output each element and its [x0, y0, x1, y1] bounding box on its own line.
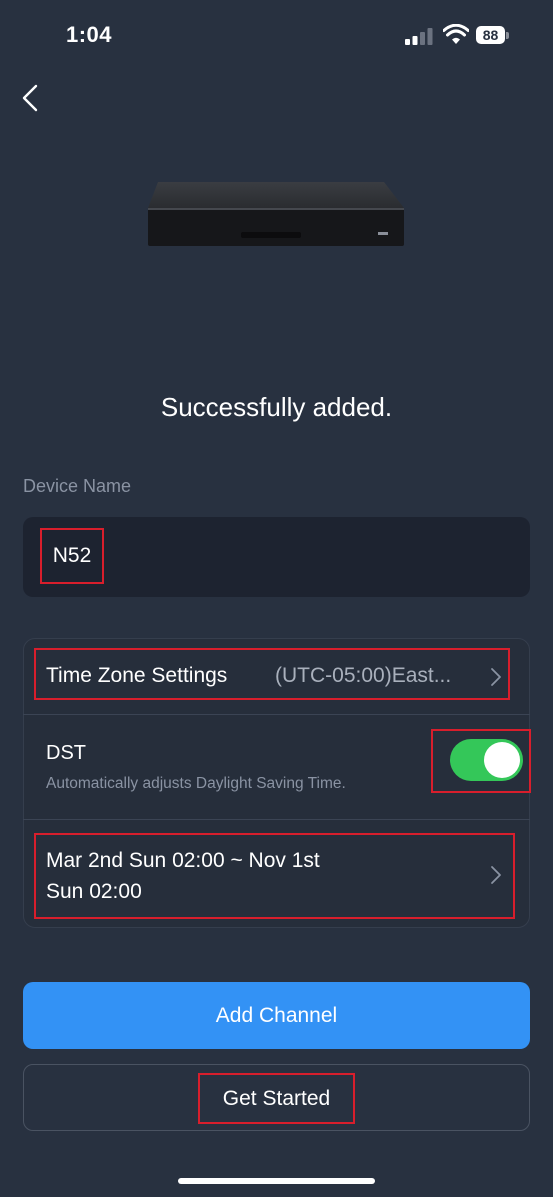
add-channel-button[interactable]: Add Channel — [23, 982, 530, 1049]
dst-range-line2: Sun 02:00 — [46, 880, 142, 903]
signal-icon — [405, 28, 433, 45]
back-button[interactable] — [14, 80, 50, 116]
battery-level: 88 — [482, 27, 499, 43]
dst-description: Automatically adjusts Daylight Saving Ti… — [46, 775, 346, 792]
device-name-value[interactable]: N52 — [40, 528, 104, 584]
status-time: 1:04 — [66, 22, 113, 47]
divider — [23, 714, 530, 715]
dst-range-text: Mar 2nd Sun 02:00 ~ Nov 1st Sun 02:00 — [46, 845, 376, 907]
get-started-label[interactable]: Get Started — [198, 1073, 355, 1124]
chevron-left-icon — [22, 84, 38, 112]
nvr-recorder-image — [148, 182, 404, 246]
divider — [23, 819, 530, 820]
dst-range-line1: Mar 2nd Sun 02:00 ~ Nov 1st — [46, 849, 320, 872]
home-indicator — [178, 1178, 375, 1184]
chevron-right-icon — [491, 668, 501, 686]
dst-label: DST — [46, 742, 86, 764]
dst-toggle[interactable] — [450, 739, 523, 781]
page-title: Successfully added. — [160, 392, 393, 422]
chevron-right-icon — [491, 866, 501, 884]
toggle-knob — [484, 742, 520, 778]
device-name-label: Device Name — [23, 476, 132, 496]
wifi-icon — [443, 24, 469, 44]
battery-icon: 88 — [476, 26, 512, 46]
time-zone-label: Time Zone Settings — [46, 664, 228, 687]
time-zone-value: (UTC-05:00)East... — [275, 664, 452, 687]
